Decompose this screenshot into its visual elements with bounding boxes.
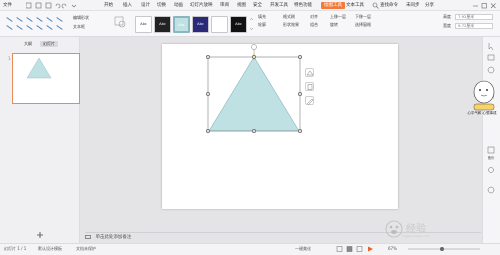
pen-icon[interactable]: [305, 96, 314, 105]
mascot-figure: [473, 80, 495, 111]
edit-shape-button[interactable]: 编辑形状: [73, 15, 89, 20]
style-gallery-more-icon[interactable]: [249, 17, 254, 31]
share-button[interactable]: 分享: [425, 2, 434, 9]
menu-item-insert[interactable]: 插入: [123, 2, 132, 9]
menu-item-design[interactable]: 设计: [141, 2, 150, 9]
watermark-url: jingyan.baidu.com: [402, 234, 430, 238]
rotate-button[interactable]: 旋转: [330, 22, 338, 27]
menu-item-home[interactable]: 开始: [104, 2, 113, 9]
plus-icon[interactable]: [36, 231, 44, 239]
window-controls: [449, 2, 497, 9]
align-button[interactable]: 对齐: [310, 14, 318, 19]
triangle-shape[interactable]: [202, 43, 312, 133]
shape-style-gallery[interactable]: [4, 14, 66, 33]
beautify-button[interactable]: 一键美化: [295, 246, 311, 252]
resize-handle-bottom-right[interactable]: [298, 129, 302, 133]
close-icon: [490, 3, 496, 9]
resize-handle-left[interactable]: [206, 92, 210, 96]
tab-text-tools[interactable]: 文本工具: [346, 2, 364, 9]
menu-item-developer[interactable]: 开发工具: [270, 2, 288, 9]
baidu-jingyan-watermark: 经验 jingyan.baidu.com: [384, 218, 444, 240]
style-preset-5[interactable]: Abc: [211, 16, 228, 33]
backup-icon[interactable]: [484, 146, 498, 154]
quick-access-icons: [25, 2, 77, 9]
menu-item-transition[interactable]: 切换: [157, 2, 166, 9]
resize-handle-bottom-left[interactable]: [206, 129, 210, 133]
shape-effect-button[interactable]: 形状效果: [283, 22, 299, 27]
file-menu[interactable]: 文件: [3, 2, 12, 9]
settings-icon[interactable]: [484, 166, 498, 174]
format-brush-button[interactable]: 格式刷: [283, 14, 295, 19]
menu-item-view[interactable]: 视图: [237, 2, 246, 9]
reading-view-icon: [356, 246, 363, 252]
mascot-caption: 心平气和 心想事成: [467, 111, 497, 115]
copy-icon[interactable]: [305, 82, 314, 91]
style-preset-1[interactable]: Abc: [135, 16, 152, 33]
rotate-handle-icon[interactable]: [251, 44, 257, 50]
sync-status[interactable]: 未同步: [406, 2, 420, 9]
slide-counter: 幻灯片 1 / 1: [4, 246, 27, 251]
search-icon[interactable]: [372, 2, 379, 9]
style-preset-3[interactable]: Abc: [173, 16, 190, 33]
height-label: 高度: [443, 14, 451, 19]
style-preset-4[interactable]: Abc: [192, 16, 209, 33]
style-preset-2[interactable]: Abc: [154, 16, 171, 33]
normal-view-icon: [336, 246, 343, 252]
view-mode-icons[interactable]: [323, 246, 383, 252]
height-field[interactable]: 7.92厘米: [455, 14, 493, 20]
menu-item-review[interactable]: 审阅: [220, 2, 229, 9]
resize-handle-top[interactable]: [252, 55, 256, 59]
watermark-text: 经验: [406, 224, 426, 235]
resize-handle-bottom[interactable]: [252, 129, 256, 133]
palette-icon[interactable]: [484, 66, 498, 74]
triangle[interactable]: [208, 56, 300, 132]
layers-icon[interactable]: [484, 54, 498, 62]
triangle-svg: [207, 44, 301, 132]
play-icon: [368, 246, 373, 252]
search-command[interactable]: 查找命令: [380, 2, 398, 9]
width-label: 宽度: [443, 23, 451, 28]
tab-slides[interactable]: 幻灯片: [40, 41, 58, 47]
protect-status[interactable]: 文档未保护: [76, 246, 96, 252]
style-preset-6[interactable]: Abc: [230, 16, 247, 33]
help-icon[interactable]: [484, 186, 498, 194]
menu-item-security[interactable]: 安全: [253, 2, 262, 9]
outline-button[interactable]: 轮廓: [258, 22, 266, 27]
select-icon[interactable]: [484, 42, 498, 51]
notes-icon: [85, 234, 91, 239]
layout-options-icon[interactable]: [305, 68, 314, 77]
resize-handle-right[interactable]: [298, 92, 302, 96]
zoom-slider[interactable]: [404, 246, 484, 252]
group-button[interactable]: 组合: [310, 22, 318, 27]
menu-item-slideshow[interactable]: 幻灯片放映: [190, 2, 213, 9]
menu-item-animation[interactable]: 动画: [174, 2, 183, 9]
up-layer-button[interactable]: 上移一层: [330, 14, 346, 19]
tab-outline[interactable]: 大纲: [24, 41, 32, 47]
resize-handle-top-left[interactable]: [206, 55, 210, 59]
notes-placeholder: 单击此处添加备注: [95, 235, 132, 240]
slide-number: 1: [8, 56, 11, 61]
textbox-button[interactable]: 文本框: [73, 24, 85, 29]
shape-icon[interactable]: [113, 15, 127, 29]
sorter-view-icon: [346, 246, 353, 252]
select-pane-button[interactable]: 选择窗格: [355, 22, 371, 27]
down-layer-button[interactable]: 下移一层: [355, 14, 371, 19]
quick-access-toolbar: [25, 2, 96, 9]
fill-button[interactable]: 填充: [258, 14, 266, 19]
menu-item-features[interactable]: 特色功能: [294, 2, 312, 9]
width-field[interactable]: 9.72厘米: [455, 23, 493, 29]
thumbnail-triangle: [26, 57, 52, 79]
mascot-sticker: 心平气和 心想事成: [464, 74, 500, 126]
tab-drawing-tools[interactable]: 绘图工具: [321, 2, 345, 9]
slide-thumbnail[interactable]: [12, 53, 80, 104]
resize-handle-top-right[interactable]: [298, 55, 302, 59]
maximize-icon: [481, 3, 487, 9]
zoom-level[interactable]: 67%: [388, 246, 397, 252]
theme-name: 默认设计模板: [38, 246, 62, 251]
right-label-6: 备份: [487, 156, 495, 160]
